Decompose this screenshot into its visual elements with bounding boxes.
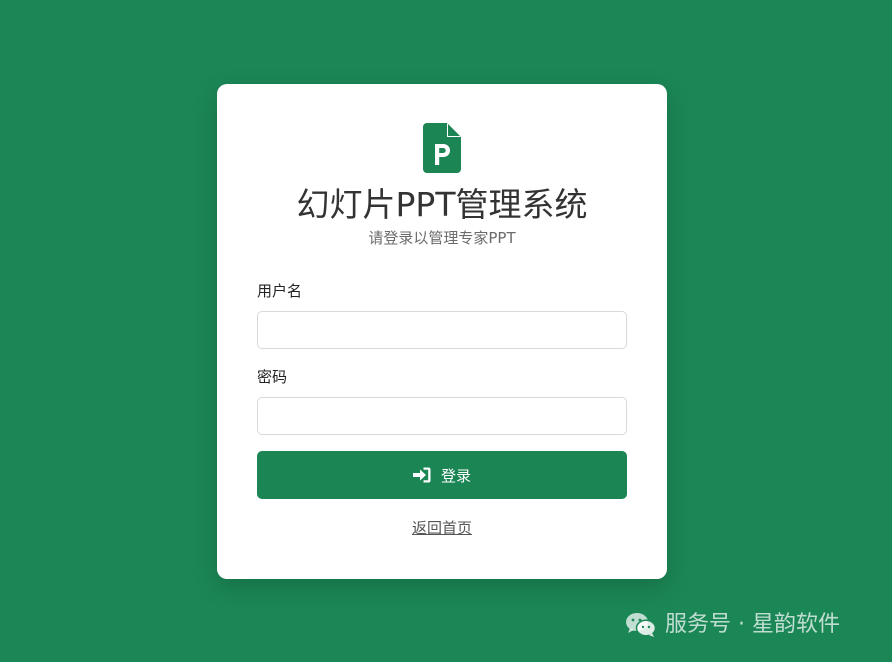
page-background: 幻灯片PPT管理系统 请登录以管理专家PPT 用户名 密码 登录 返回首页 服务…	[0, 0, 892, 662]
login-button[interactable]: 登录	[257, 451, 627, 499]
watermark: 服务号 · 星韵软件	[625, 611, 840, 639]
sign-in-icon	[412, 467, 431, 483]
page-subtitle: 请登录以管理专家PPT	[368, 229, 516, 247]
back-home-link-wrapper: 返回首页	[217, 517, 667, 538]
password-label: 密码	[257, 368, 288, 386]
password-input[interactable]	[257, 397, 627, 435]
login-button-label: 登录	[440, 466, 471, 485]
watermark-text: 服务号 · 星韵软件	[665, 612, 840, 637]
ppt-file-icon	[423, 123, 461, 173]
back-home-link[interactable]: 返回首页	[412, 519, 472, 537]
wechat-icon	[626, 613, 657, 637]
login-card: 幻灯片PPT管理系统 请登录以管理专家PPT 用户名 密码 登录 返回首页	[217, 84, 667, 579]
page-title: 幻灯片PPT管理系统	[296, 185, 588, 224]
username-input[interactable]	[257, 311, 627, 349]
username-label: 用户名	[257, 282, 303, 300]
